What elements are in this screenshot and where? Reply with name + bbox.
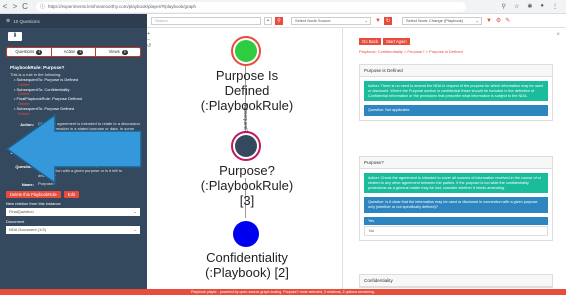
section-purpose-defined: Purpose is Defined Action: There is no n… — [359, 64, 553, 122]
action-card: Action: There is no need to amend the ND… — [364, 81, 548, 102]
breadcrumb[interactable]: Playbook: Confidentiality > Purpose? > P… — [359, 49, 463, 54]
star-icon[interactable]: ☆ — [514, 3, 519, 10]
chevron-down-icon: ⌄ — [364, 17, 368, 23]
change-select[interactable]: Select Node Change (Playbook) ⌄ — [401, 16, 482, 25]
close-icon[interactable]: ⊗ — [6, 18, 10, 24]
tab-questions[interactable]: Questions 4 — [7, 48, 52, 56]
node-fill — [235, 40, 257, 62]
menu-icon[interactable]: ⋮ — [552, 3, 558, 10]
rule-relations: • SubsequentTo: Purpose is Defined Delete… — [14, 77, 147, 116]
graph-node-confidentiality[interactable] — [233, 221, 259, 247]
url-text: https://experiments.krishnamoorthy.com/p… — [48, 4, 197, 9]
question-card: Question: Is it clear that the informati… — [364, 197, 548, 213]
document-label: Document — [6, 219, 25, 225]
sidebar-close-label[interactable]: 10 Questions — [13, 19, 40, 24]
extension-bar: ⚲ ☆ ✱ ● ⋮ — [502, 3, 566, 10]
tab-label: Views — [108, 49, 120, 54]
lock-icon: ⓘ — [40, 4, 46, 10]
relation-select[interactable]: FinalQuestion ⌄ — [6, 208, 140, 217]
address-bar[interactable]: ⓘ https://experiments.krishnamoorthy.com… — [36, 1, 466, 12]
browser-toolbar: < > C ⓘ https://experiments.krishnamoort… — [0, 0, 566, 14]
source-select-value: Select Node Source — [295, 17, 331, 23]
node-label-line: (:PlaybookRule) — [200, 178, 294, 193]
graph-node-purpose-defined[interactable] — [231, 36, 261, 66]
search-clear-icon[interactable]: • — [264, 16, 272, 25]
go-back-button[interactable]: Go Back — [359, 38, 382, 45]
tab-label: Action — [63, 49, 76, 54]
refresh-button[interactable]: ↻ — [383, 16, 392, 25]
node-label: Confidentiality (:Playbook) [2] — [192, 250, 302, 280]
search-input[interactable]: Search — [151, 16, 261, 25]
section-title: Confidentiality — [360, 275, 552, 287]
question-card: Question: Not applicable. — [364, 105, 548, 117]
node-label-line: (:Playbook) [2] — [205, 265, 289, 280]
section-title: Purpose? — [360, 157, 552, 169]
option-yes[interactable]: Yes — [364, 216, 548, 225]
graph-canvas[interactable]: + − ↺ SubsequentTo Purpose Is Defined (:Pl… — [147, 28, 342, 289]
rule-title: PlaybookRule: Purpose? — [10, 65, 65, 70]
change-select-value: Select Node Change (Playbook) — [405, 17, 464, 23]
relation-select-value: FinalQuestion — [9, 209, 34, 215]
reload-icon[interactable]: C — [20, 2, 30, 12]
node-label-line: Purpose? — [219, 163, 275, 178]
detail-panel: × Go Back Start Again Playbook: Confiden… — [342, 28, 566, 289]
document-select-value: NDA Document (1/3) — [9, 227, 46, 233]
chevron-down-icon: ⌄ — [133, 227, 137, 233]
start-again-button[interactable]: Start Again — [383, 38, 410, 45]
node-label-line: Confidentiality — [206, 250, 288, 265]
forward-icon[interactable]: > — [10, 2, 20, 12]
settings-icon[interactable]: ⚙ — [496, 17, 501, 24]
filter-icon[interactable]: ▼ — [486, 18, 492, 24]
tab-count: 3 — [77, 50, 84, 55]
node-label-line: (:PlaybookRule) — [200, 98, 294, 113]
search-button[interactable]: ⚲ — [275, 16, 283, 25]
download-icon[interactable]: ⬇ — [8, 32, 22, 41]
section-confidentiality: Confidentiality — [359, 274, 553, 288]
node-label: Purpose Is Defined (:PlaybookRule) — [197, 68, 297, 113]
section-title: Purpose is Defined — [360, 65, 552, 77]
edit-button[interactable]: Edit — [63, 191, 80, 199]
status-bar: Playbook player - powered by open-source… — [0, 289, 566, 295]
sidebar-tabs: Questions 4 Action 3 Views 5 — [6, 47, 141, 57]
tab-label: Questions — [15, 49, 35, 54]
zoom-controls[interactable]: + − ↺ — [147, 31, 151, 49]
action-card: Action: Check the agreement is intended … — [364, 173, 548, 194]
delete-rule-button[interactable]: Delete this PlaybookRule — [6, 191, 61, 199]
chevron-down-icon: ⌄ — [475, 17, 479, 23]
source-select[interactable]: Select Node Source ⌄ — [291, 16, 371, 25]
back-icon[interactable]: < — [0, 2, 10, 12]
node-fill — [235, 135, 257, 157]
pointer-arrow-icon — [5, 113, 142, 185]
option-no[interactable]: No — [364, 225, 548, 236]
node-label-line: Defined — [224, 83, 270, 98]
document-select[interactable]: NDA Document (1/3) ⌄ — [6, 226, 140, 235]
node-label-line: Purpose Is — [215, 68, 279, 83]
node-label: Purpose? (:PlaybookRule) [3] — [197, 163, 297, 208]
edit-icon[interactable]: ✎ — [505, 17, 510, 24]
relations-label: New relation from this instance — [6, 201, 61, 207]
profile-icon[interactable]: ● — [540, 3, 544, 10]
extension-icon[interactable]: ✱ — [527, 3, 532, 10]
tab-action[interactable]: Action 3 — [51, 48, 97, 56]
sidebar-header: ⊗ 10 Questions — [0, 14, 147, 28]
node-label-line: [3] — [239, 193, 255, 208]
graph-node-purpose[interactable] — [231, 131, 261, 161]
graph-toolbar: Search • ⚲ Select Node Source ⌄ ▼ ↻ Selec… — [147, 14, 566, 28]
filter-icon[interactable]: ▼ — [375, 18, 381, 24]
sidebar-actions: Delete this PlaybookRule Edit — [6, 191, 147, 199]
share-icon[interactable]: ⚲ — [502, 3, 506, 10]
section-purpose: Purpose? Action: Check the agreement is … — [359, 156, 553, 241]
tab-count: 5 — [121, 50, 128, 55]
tab-count: 4 — [36, 50, 43, 55]
chevron-down-icon: ⌄ — [133, 209, 137, 215]
tab-views[interactable]: Views 5 — [96, 48, 140, 56]
close-icon[interactable]: × — [556, 32, 560, 38]
panel-actions: Go Back Start Again — [359, 38, 410, 45]
